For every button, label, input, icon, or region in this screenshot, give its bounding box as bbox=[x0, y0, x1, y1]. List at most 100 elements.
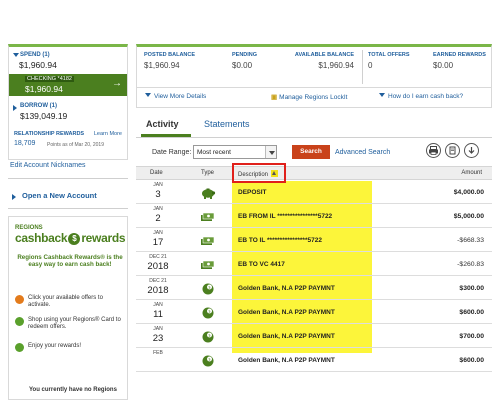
date-range-select[interactable]: Most recent bbox=[193, 145, 277, 159]
table-header: Date Type Description Amount bbox=[136, 166, 492, 180]
dollar-coin-icon: $ bbox=[68, 233, 81, 245]
earned-rewards-value: $0.00 bbox=[433, 61, 454, 70]
transaction-amount: $300.00 bbox=[459, 285, 484, 292]
cashback-step-text: Enjoy your rewards! bbox=[28, 343, 82, 349]
money-transfer-icon bbox=[200, 234, 216, 246]
checking-account-item[interactable]: CHECKING *4182 $1,960.94 → bbox=[9, 74, 127, 96]
table-row[interactable]: DEC 21 2018 $ Golden Bank, N.A P2P PAYMNT $3… bbox=[136, 277, 492, 300]
pending-label: PENDING bbox=[232, 52, 258, 58]
transaction-amount: $600.00 bbox=[459, 357, 484, 364]
available-balance-value: $1,960.94 bbox=[318, 61, 354, 70]
borrow-total: $139,049.19 bbox=[20, 111, 68, 121]
description-annotation-box bbox=[232, 163, 286, 183]
header-type[interactable]: Type bbox=[201, 170, 214, 176]
money-transfer-icon bbox=[200, 210, 216, 222]
table-row[interactable]: JAN 23 $ Golden Bank, N.A P2P PAYMNT $700.00 bbox=[136, 325, 492, 348]
header-date[interactable]: Date bbox=[150, 170, 163, 176]
cashback-how-link[interactable]: How do I earn cash back? bbox=[379, 93, 463, 100]
points-asof: Points as of Mar 20, 2019 bbox=[47, 142, 104, 148]
transaction-month: DEC 21 bbox=[149, 254, 167, 260]
p2p-payment-icon: $ bbox=[200, 306, 216, 319]
cashback-step: Shop using your Regions® Card to redeem … bbox=[15, 317, 125, 331]
cashback-how-label: How do I earn cash back? bbox=[388, 93, 464, 100]
click-offer-icon bbox=[15, 295, 24, 304]
transaction-day: 2018 bbox=[147, 285, 169, 296]
checking-account-name: CHECKING *4182 bbox=[25, 76, 74, 82]
table-row[interactable]: JAN 3 DEPOSIT $4,000.00 bbox=[136, 181, 492, 204]
transaction-description[interactable]: Golden Bank, N.A P2P PAYMNT bbox=[238, 333, 335, 340]
open-new-account-link[interactable]: Open a New Account bbox=[22, 191, 97, 200]
date-range-label: Date Range: bbox=[152, 149, 192, 156]
transaction-description[interactable]: Golden Bank, N.A P2P PAYMNT bbox=[238, 309, 335, 316]
total-offers-label: TOTAL OFFERS bbox=[368, 52, 410, 58]
transaction-day: 23 bbox=[152, 333, 164, 344]
tab-statements[interactable]: Statements bbox=[204, 119, 250, 129]
borrow-expand-icon[interactable] bbox=[13, 105, 17, 111]
transaction-description[interactable]: EB TO VC 4417 bbox=[238, 261, 285, 268]
transaction-day: 11 bbox=[153, 309, 163, 320]
export-document-icon[interactable] bbox=[445, 143, 460, 158]
view-more-details-link[interactable]: View More Details bbox=[145, 93, 206, 100]
transaction-day: 2 bbox=[155, 213, 161, 224]
transaction-month: JAN bbox=[153, 302, 163, 308]
transaction-amount: -$668.33 bbox=[457, 237, 484, 244]
posted-balance-value: $1,960.94 bbox=[144, 61, 180, 70]
print-icon[interactable] bbox=[426, 143, 441, 158]
earned-rewards-label: EARNED REWARDS bbox=[433, 52, 486, 58]
learn-more-link[interactable]: Learn More bbox=[94, 131, 122, 137]
available-balance: AVAILABLE BALANCE $1,960.94 bbox=[292, 52, 354, 70]
pending-value: $0.00 bbox=[232, 61, 253, 70]
cashback-word: cashback bbox=[15, 231, 68, 245]
arrow-right-icon: → bbox=[112, 78, 122, 89]
spend-total: $1,960.94 bbox=[19, 60, 57, 70]
cashback-step-text: Shop using your Regions® Card to redeem … bbox=[28, 317, 121, 330]
transaction-day: 2018 bbox=[147, 261, 169, 272]
table-row[interactable]: JAN 11 $ Golden Bank, N.A P2P PAYMNT $600.00 bbox=[136, 301, 492, 324]
transaction-amount: $700.00 bbox=[459, 333, 484, 340]
p2p-payment-icon: $ bbox=[200, 330, 216, 343]
borrow-label[interactable]: BORROW (1) bbox=[20, 103, 57, 109]
transaction-amount: -$260.83 bbox=[457, 261, 484, 268]
rewards-points: 18,709 bbox=[14, 140, 36, 147]
cashback-step: Click your available offers to activate. bbox=[15, 295, 125, 309]
edit-nicknames-link[interactable]: Edit Account Nicknames bbox=[10, 162, 85, 169]
relationship-rewards-label: RELATIONSHIP REWARDS bbox=[14, 131, 85, 137]
transaction-description[interactable]: Golden Bank, N.A P2P PAYMNT bbox=[238, 357, 335, 364]
piggy-bank-icon bbox=[200, 186, 216, 199]
divider bbox=[136, 137, 492, 138]
posted-balance-label: POSTED BALANCE bbox=[144, 52, 196, 58]
divider bbox=[8, 178, 128, 179]
table-row[interactable]: DEC 21 2018 EB TO VC 4417 -$260.83 bbox=[136, 253, 492, 276]
balance-summary: POSTED BALANCE $1,960.94 PENDING $0.00 A… bbox=[136, 44, 492, 108]
spend-label[interactable]: SPEND (1) bbox=[20, 52, 50, 58]
transaction-description[interactable]: DEPOSIT bbox=[238, 189, 267, 196]
table-row[interactable]: JAN 17 EB TO IL ****************5722 -$668.… bbox=[136, 229, 492, 252]
svg-text:$: $ bbox=[208, 285, 210, 289]
transaction-amount: $4,000.00 bbox=[453, 189, 484, 196]
table-row[interactable]: FEB $ Golden Bank, N.A P2P PAYMNT $600.00 bbox=[136, 349, 492, 372]
advanced-search-link[interactable]: Advanced Search bbox=[335, 149, 390, 156]
transaction-description[interactable]: EB TO IL ****************5722 bbox=[238, 237, 322, 244]
accounts-panel: SPEND (1) $1,960.94 CHECKING *4182 $1,96… bbox=[8, 44, 128, 160]
earned-rewards: EARNED REWARDS $0.00 bbox=[433, 52, 486, 70]
p2p-payment-icon: $ bbox=[200, 282, 216, 295]
tab-activity[interactable]: Activity bbox=[146, 119, 179, 129]
transaction-description[interactable]: Golden Bank, N.A P2P PAYMNT bbox=[238, 285, 335, 292]
download-icon[interactable] bbox=[464, 143, 479, 158]
rewards-icon bbox=[15, 343, 24, 352]
money-transfer-icon bbox=[200, 258, 216, 270]
cashback-rewards-panel: REGIONS cashback $ rewards Regions Cashbac… bbox=[8, 216, 128, 400]
search-button[interactable]: Search bbox=[292, 145, 330, 159]
manage-lockit-link[interactable]: ▣ Manage Regions LockIt bbox=[271, 93, 347, 101]
table-row[interactable]: JAN 2 EB FROM IL ****************5722 $5,00… bbox=[136, 205, 492, 228]
rewards-word: rewards bbox=[81, 231, 126, 245]
header-amount[interactable]: Amount bbox=[461, 170, 482, 176]
posted-balance: POSTED BALANCE $1,960.94 bbox=[144, 52, 195, 70]
p2p-payment-icon: $ bbox=[200, 354, 216, 367]
transaction-amount: $600.00 bbox=[459, 309, 484, 316]
transaction-month: JAN bbox=[153, 326, 163, 332]
spend-expand-icon[interactable] bbox=[13, 53, 19, 57]
cashback-rewards-logo: cashback $ rewards bbox=[15, 231, 126, 245]
transaction-description[interactable]: EB FROM IL ****************5722 bbox=[238, 213, 332, 220]
pending-balance: PENDING $0.00 bbox=[232, 52, 257, 70]
